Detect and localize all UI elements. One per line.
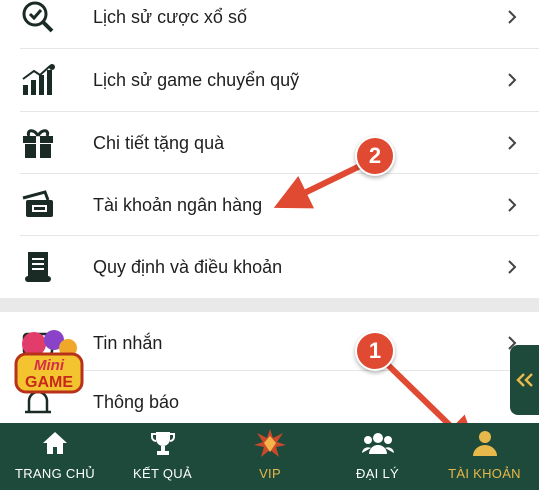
tab-label: ĐẠI LÝ [356, 466, 399, 481]
tab-label: TÀI KHOẢN [448, 466, 521, 481]
annotation-arrows [273, 163, 478, 453]
home-icon [41, 429, 69, 457]
tab-label: TRANG CHỦ [15, 466, 95, 481]
tab-home[interactable]: TRANG CHỦ [0, 423, 110, 490]
annotation-step-2: 2 [355, 136, 395, 176]
tab-label: VIP [259, 466, 281, 481]
vip-diamond-icon [253, 429, 287, 457]
annotation-step-1: 1 [355, 331, 395, 371]
tab-label: KẾT QUẢ [133, 466, 192, 481]
tab-vip[interactable]: VIP [215, 423, 325, 490]
bottom-navigation: TRANG CHỦ KẾT QUẢ VIP ĐẠI LÝ TÀI KHOẢN [0, 423, 539, 490]
tab-agent[interactable]: ĐẠI LÝ [325, 423, 430, 490]
user-account-icon [472, 429, 498, 457]
trophy-icon [149, 429, 177, 457]
tab-results[interactable]: KẾT QUẢ [110, 423, 215, 490]
users-group-icon [361, 429, 394, 457]
tab-account[interactable]: TÀI KHOẢN [430, 423, 539, 490]
arrow-to-bank-account [273, 163, 362, 209]
